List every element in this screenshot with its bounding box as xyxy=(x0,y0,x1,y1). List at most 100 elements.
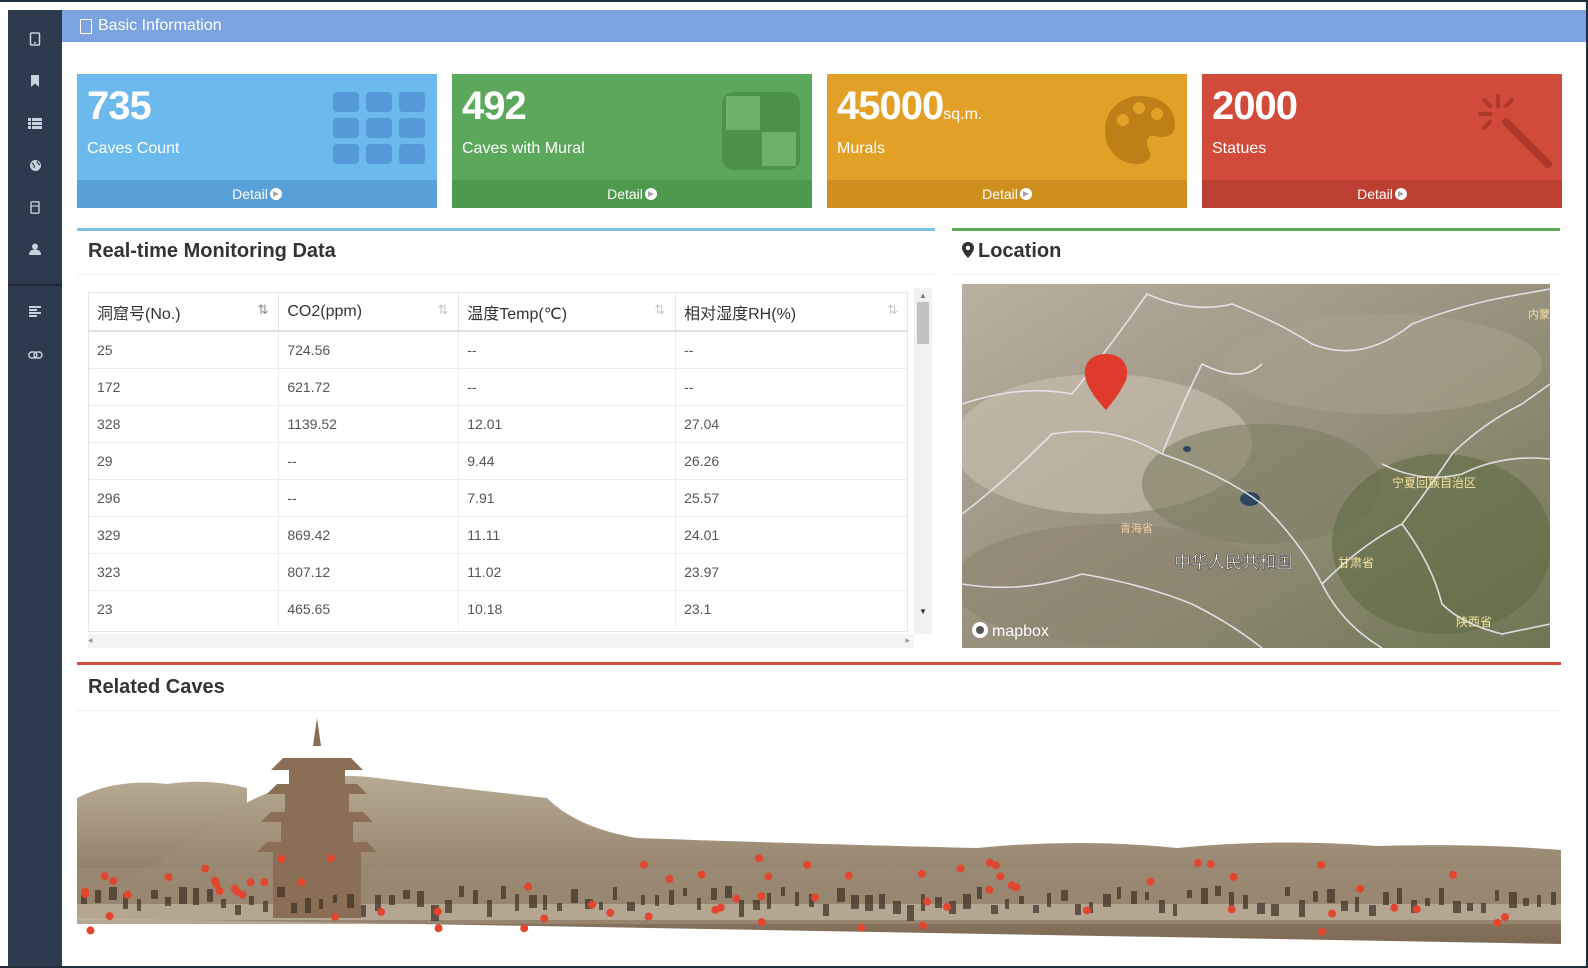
sort-icon[interactable]: ⇅ xyxy=(437,303,448,318)
cave-marker[interactable] xyxy=(81,887,90,896)
scroll-left-icon[interactable]: ◂ xyxy=(88,635,93,646)
link-icon[interactable] xyxy=(8,342,62,368)
align-left-icon[interactable] xyxy=(8,298,62,324)
table-row[interactable]: 23 465.65 10.18 23.1 xyxy=(89,589,907,627)
tablet-icon[interactable] xyxy=(8,26,62,52)
mapbox-attribution[interactable]: mapbox xyxy=(992,623,1049,640)
cave-marker[interactable] xyxy=(1412,905,1421,914)
cave-marker[interactable] xyxy=(377,907,386,916)
cave-marker[interactable] xyxy=(1318,927,1327,936)
table-vertical-scrollbar[interactable]: ▲ ▼ xyxy=(914,288,932,634)
cave-marker[interactable] xyxy=(918,869,927,878)
table-row[interactable]: 329 869.42 11.11 24.01 xyxy=(89,515,907,553)
cave-marker[interactable] xyxy=(297,878,306,887)
column-header-temp[interactable]: 温度Temp(℃) ⇅ xyxy=(458,293,677,332)
sort-icon[interactable]: ⇅ xyxy=(654,303,665,318)
detail-link[interactable]: Detail xyxy=(1202,180,1562,208)
cave-marker[interactable] xyxy=(86,926,95,935)
cave-marker[interactable] xyxy=(123,890,132,899)
detail-link[interactable]: Detail xyxy=(77,180,437,208)
cave-marker[interactable] xyxy=(665,875,674,884)
cave-marker[interactable] xyxy=(985,858,994,867)
cave-marker[interactable] xyxy=(697,870,706,879)
table-row[interactable]: 29 -- 9.44 26.26 xyxy=(89,441,907,479)
list-icon[interactable] xyxy=(8,110,62,136)
cave-marker[interactable] xyxy=(996,872,1005,881)
sort-icon[interactable]: ⇅ xyxy=(887,303,898,318)
cave-marker[interactable] xyxy=(326,854,335,863)
cave-marker[interactable] xyxy=(923,897,932,906)
cave-marker[interactable] xyxy=(1390,903,1399,912)
scroll-right-icon[interactable]: ▸ xyxy=(905,635,910,646)
cave-marker[interactable] xyxy=(1227,905,1236,914)
cave-marker[interactable] xyxy=(212,880,221,889)
globe-icon[interactable] xyxy=(8,152,62,178)
cave-marker[interactable] xyxy=(434,924,443,933)
table-horizontal-scrollbar[interactable]: ◂ ▸ xyxy=(88,634,914,648)
cave-marker[interactable] xyxy=(330,912,339,921)
cave-marker[interactable] xyxy=(1206,860,1215,869)
cave-marker[interactable] xyxy=(1193,858,1202,867)
column-header-no[interactable]: 洞窟号(No.) ⇅ xyxy=(89,293,280,332)
table-row[interactable]: 323 807.12 11.02 23.97 xyxy=(89,552,907,590)
table-row[interactable]: 328 1139.52 12.01 27.04 xyxy=(89,404,907,442)
column-header-rh[interactable]: 相对湿度RH(%) ⇅ xyxy=(675,293,907,332)
cave-marker[interactable] xyxy=(757,892,766,901)
scroll-thumb[interactable] xyxy=(917,302,929,344)
cave-marker[interactable] xyxy=(1082,906,1091,915)
table-row[interactable]: 296 -- 7.91 25.57 xyxy=(89,478,907,516)
cave-marker[interactable] xyxy=(232,887,241,896)
cave-marker[interactable] xyxy=(606,908,615,917)
phone-icon[interactable] xyxy=(8,194,62,220)
user-icon[interactable] xyxy=(8,236,62,262)
cave-marker[interactable] xyxy=(711,905,720,914)
cave-marker[interactable] xyxy=(803,860,812,869)
bookmark-icon[interactable] xyxy=(8,68,62,94)
table-row[interactable]: 172 621.72 -- -- xyxy=(89,367,907,405)
cave-marker[interactable] xyxy=(520,924,529,933)
cave-marker[interactable] xyxy=(524,882,533,891)
cave-marker[interactable] xyxy=(1356,884,1365,893)
sort-asc-icon[interactable]: ⇅ xyxy=(257,303,268,318)
column-header-co2[interactable]: CO2(ppm) ⇅ xyxy=(278,293,460,332)
cave-marker[interactable] xyxy=(844,871,853,880)
detail-link[interactable]: Detail xyxy=(452,180,812,208)
scroll-down-icon[interactable]: ▼ xyxy=(919,607,927,616)
cave-marker[interactable] xyxy=(277,854,286,863)
cave-marker[interactable] xyxy=(588,900,597,909)
cave-marker[interactable] xyxy=(857,923,866,932)
satellite-map[interactable]: 中华人民共和国 甘肃省 青海省 陕西省 宁夏回族自治区 内蒙 mapbox xyxy=(962,284,1550,648)
cave-marker[interactable] xyxy=(732,894,741,903)
cave-marker[interactable] xyxy=(755,854,764,863)
cave-marker[interactable] xyxy=(100,872,109,881)
cave-marker[interactable] xyxy=(201,864,210,873)
cave-marker[interactable] xyxy=(433,907,442,916)
cave-marker[interactable] xyxy=(1012,883,1021,892)
cave-marker[interactable] xyxy=(1448,870,1457,879)
cave-marker[interactable] xyxy=(1317,860,1326,869)
cave-marker[interactable] xyxy=(1500,913,1509,922)
cave-marker[interactable] xyxy=(109,876,118,885)
cave-marker[interactable] xyxy=(919,921,928,930)
cave-marker[interactable] xyxy=(260,878,269,887)
cave-marker[interactable] xyxy=(246,878,255,887)
detail-link[interactable]: Detail xyxy=(827,180,1187,208)
cave-marker[interactable] xyxy=(639,860,648,869)
cave-marker[interactable] xyxy=(956,864,965,873)
cave-marker[interactable] xyxy=(215,887,224,896)
cave-marker[interactable] xyxy=(943,902,952,911)
cave-marker[interactable] xyxy=(164,873,173,882)
table-row[interactable]: 25 724.56 -- -- xyxy=(89,330,907,368)
cave-marker[interactable] xyxy=(1146,877,1155,886)
cave-marker[interactable] xyxy=(540,914,549,923)
cave-marker[interactable] xyxy=(764,872,773,881)
cave-marker[interactable] xyxy=(105,912,114,921)
cave-marker[interactable] xyxy=(1328,909,1337,918)
cave-marker[interactable] xyxy=(757,918,766,927)
cave-marker[interactable] xyxy=(985,885,994,894)
cave-panorama[interactable] xyxy=(77,718,1561,950)
cave-marker[interactable] xyxy=(1229,872,1238,881)
scroll-up-icon[interactable]: ▲ xyxy=(919,291,927,300)
cave-marker[interactable] xyxy=(811,893,820,902)
cave-panorama-image[interactable] xyxy=(77,718,1561,950)
